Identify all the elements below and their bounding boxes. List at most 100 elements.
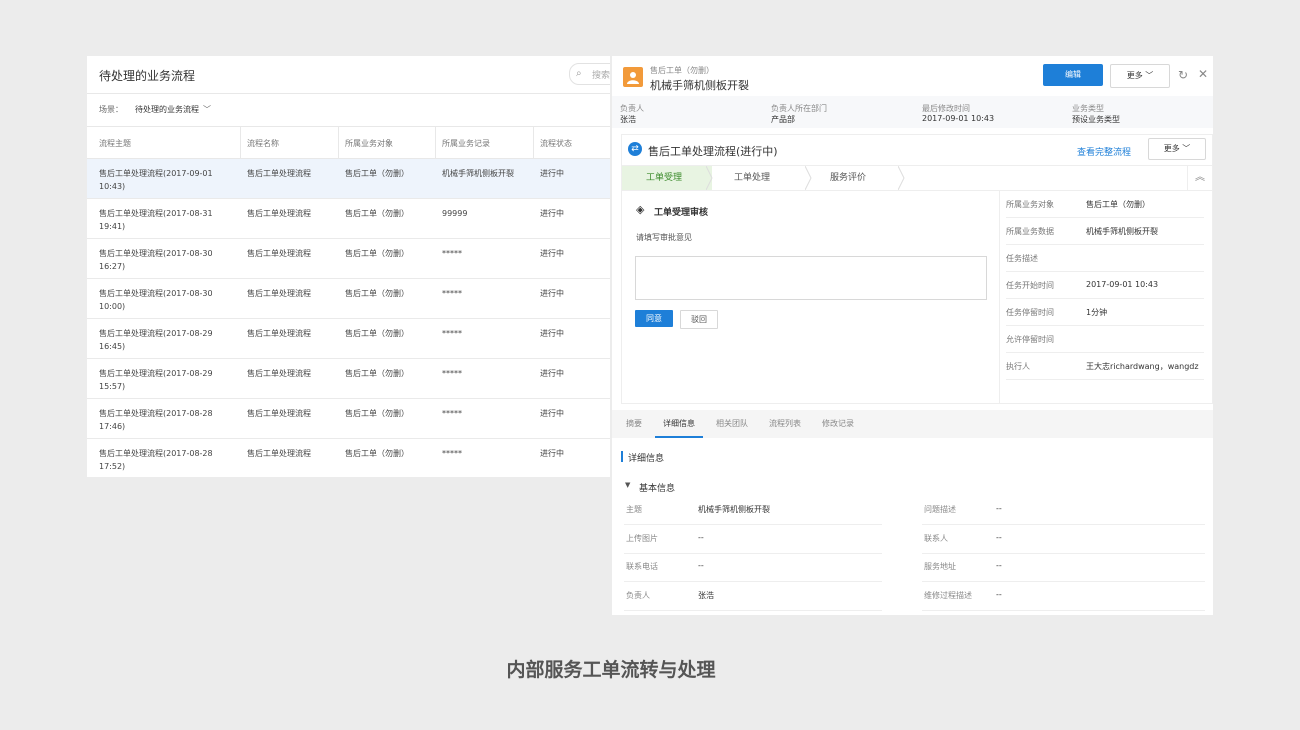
info-label: 任务描述 — [1006, 254, 1038, 263]
agree-button[interactable]: 同意 — [635, 310, 673, 327]
view-full-flow-link[interactable]: 查看完整流程 — [1077, 145, 1131, 158]
table-cell: 售后工单处理流程(2017-08-28 17:46) — [99, 409, 213, 431]
field-value: -- — [698, 561, 704, 570]
scene-value: 待处理的业务流程 — [135, 105, 199, 114]
step-arrow-icon — [706, 166, 713, 190]
close-icon[interactable]: ✕ — [1198, 67, 1208, 81]
meta-value: 2017-09-01 10:43 — [922, 114, 995, 123]
scene-filter[interactable]: 场景： 待处理的业务流程 ﹀ — [99, 104, 223, 115]
refresh-icon[interactable]: ↻ — [1178, 68, 1188, 82]
table-cell: ***** — [442, 289, 462, 298]
table-row[interactable]: 售后工单处理流程(2017-08-28 17:52) 售后工单处理流程 售后工单（勿… — [87, 439, 610, 477]
more-label: 更多 — [1126, 71, 1143, 80]
meta-label: 最后修改时间 — [922, 104, 970, 113]
table-cell: 99999 — [442, 209, 468, 218]
step-evaluate[interactable]: 服务评价 — [830, 166, 900, 190]
tab-flow-list[interactable]: 流程列表 — [769, 410, 801, 438]
table-row[interactable]: 售后工单处理流程(2017-08-30 10:00) 售后工单处理流程 售后工单（勿… — [87, 279, 610, 319]
table-cell: 售后工单处理流程(2017-08-28 17:52) — [99, 449, 213, 471]
table-cell: 售后工单（勿删） — [345, 169, 409, 178]
step-arrow-icon — [805, 166, 812, 190]
field-label: 负责人 — [626, 590, 650, 600]
field-value: -- — [996, 532, 1002, 542]
table-cell: ***** — [442, 369, 462, 378]
table-cell: 售后工单（勿删） — [345, 449, 409, 458]
column-header[interactable]: 流程状态 — [540, 137, 600, 150]
page-caption: 内部服务工单流转与处理 — [506, 659, 716, 681]
task-info-row: 任务停留时间 1分钟 — [1006, 298, 1204, 326]
search-input[interactable]: ⌕ 搜索 — [569, 63, 610, 85]
info-label: 执行人 — [1006, 362, 1030, 371]
caret-down-icon[interactable]: ▼ — [625, 481, 630, 489]
table-cell: 机械手筛机侧板开裂 — [442, 169, 514, 178]
table-header: 流程主题 流程名称 所属业务对象 所属业务记录 流程状态 — [87, 126, 610, 159]
column-header[interactable]: 所属业务对象 — [345, 137, 440, 150]
process-table: 流程主题 流程名称 所属业务对象 所属业务记录 流程状态 售后工单处理流程(20… — [87, 126, 610, 477]
meta-value: 张浩 — [620, 115, 636, 124]
table-row[interactable]: 售后工单处理流程(2017-08-28 17:46) 售后工单处理流程 售后工单（勿… — [87, 399, 610, 439]
task-info-row: 允许停留时间 — [1006, 325, 1204, 353]
field-label: 联系电话 — [626, 562, 658, 571]
review-diamond-icon: ◈ — [636, 203, 645, 216]
meta-label: 负责人所在部门 — [771, 104, 827, 113]
meta-label: 业务类型 — [1072, 104, 1104, 113]
field-label: 维修过程描述 — [924, 590, 972, 600]
detail-field: 问题描述 -- — [922, 496, 1205, 525]
field-value: 机械手筛机侧板开裂 — [698, 505, 770, 514]
table-cell: 售后工单处理流程 — [247, 369, 311, 378]
more-button[interactable]: 更多 ﹀ — [1110, 64, 1170, 88]
field-label: 上传图片 — [626, 533, 658, 543]
table-cell: ***** — [442, 409, 462, 418]
tab-details[interactable]: 详细信息 — [655, 410, 703, 438]
detail-field: 服务地址 -- — [922, 553, 1205, 582]
section-marker — [621, 451, 623, 462]
basic-info-title[interactable]: 基本信息 — [639, 481, 675, 494]
info-label: 所属业务对象 — [1006, 200, 1054, 209]
table-row[interactable]: 售后工单处理流程(2017-08-30 16:27) 售后工单处理流程 售后工单（勿… — [87, 239, 610, 279]
task-info-row: 执行人 王大志richardwang，wangdz — [1006, 352, 1204, 380]
table-cell: 售后工单处理流程 — [247, 249, 311, 258]
table-cell: 进行中 — [540, 169, 564, 178]
table-row[interactable]: 售后工单处理流程(2017-08-29 16:45) 售后工单处理流程 售后工单（勿… — [87, 319, 610, 359]
table-cell: ***** — [442, 249, 462, 258]
edit-button[interactable]: 编辑 — [1043, 64, 1103, 86]
step-process[interactable]: 工单处理 — [734, 166, 804, 190]
meta-label: 负责人 — [620, 104, 644, 113]
table-cell: 售后工单（勿删） — [345, 249, 409, 258]
reject-button[interactable]: 驳回 — [680, 310, 718, 329]
step-accept[interactable]: 工单受理 — [622, 166, 712, 190]
table-row[interactable]: 售后工单处理流程(2017-09-01 10:43) 售后工单处理流程 售后工单（勿… — [87, 159, 610, 199]
user-avatar-icon — [623, 67, 643, 87]
chevron-down-icon: ﹀ — [1182, 144, 1191, 153]
workflow-title: 售后工单处理流程(进行中) — [648, 145, 778, 158]
approval-comment-input[interactable] — [635, 256, 987, 300]
table-cell: 售后工单处理流程 — [247, 329, 311, 338]
record-title: 机械手筛机侧板开裂 — [650, 79, 749, 92]
task-info-row: 任务描述 — [1006, 244, 1204, 272]
column-header[interactable]: 流程名称 — [247, 137, 337, 150]
table-cell: 售后工单处理流程 — [247, 449, 311, 458]
table-cell: 售后工单处理流程(2017-08-30 16:27) — [99, 249, 213, 271]
field-label: 问题描述 — [924, 505, 956, 514]
tab-summary[interactable]: 摘要 — [626, 410, 642, 438]
flow-more-button[interactable]: 更多 ﹀ — [1148, 138, 1206, 160]
collapse-up-icon[interactable]: ︽ — [1187, 166, 1212, 190]
table-row[interactable]: 售后工单处理流程(2017-08-29 15:57) 售后工单处理流程 售后工单（勿… — [87, 359, 610, 399]
field-value: -- — [698, 532, 704, 542]
record-meta-bar — [612, 96, 1213, 128]
table-cell: 进行中 — [540, 369, 564, 378]
divider — [87, 93, 610, 94]
table-cell: ***** — [442, 449, 462, 458]
tab-history[interactable]: 修改记录 — [822, 410, 854, 438]
column-header[interactable]: 所属业务记录 — [442, 137, 537, 150]
record-object-label: 售后工单（勿删） — [650, 66, 714, 75]
meta-value: 预设业务类型 — [1072, 115, 1120, 124]
table-cell: 售后工单处理流程 — [247, 409, 311, 418]
detail-panel: 售后工单（勿删） 机械手筛机侧板开裂 编辑 更多 ﹀ ↻ ✕ 负责人 张浩 负责… — [612, 56, 1213, 615]
section-title: 详细信息 — [628, 454, 665, 464]
tab-team[interactable]: 相关团队 — [716, 410, 748, 438]
field-value: 张浩 — [698, 590, 714, 600]
table-row[interactable]: 售后工单处理流程(2017-08-31 19:41) 售后工单处理流程 售后工单（勿… — [87, 199, 610, 239]
column-header[interactable]: 流程主题 — [99, 137, 229, 150]
workflow-steps: 工单受理 工单处理 服务评价 ︽ — [622, 165, 1212, 191]
